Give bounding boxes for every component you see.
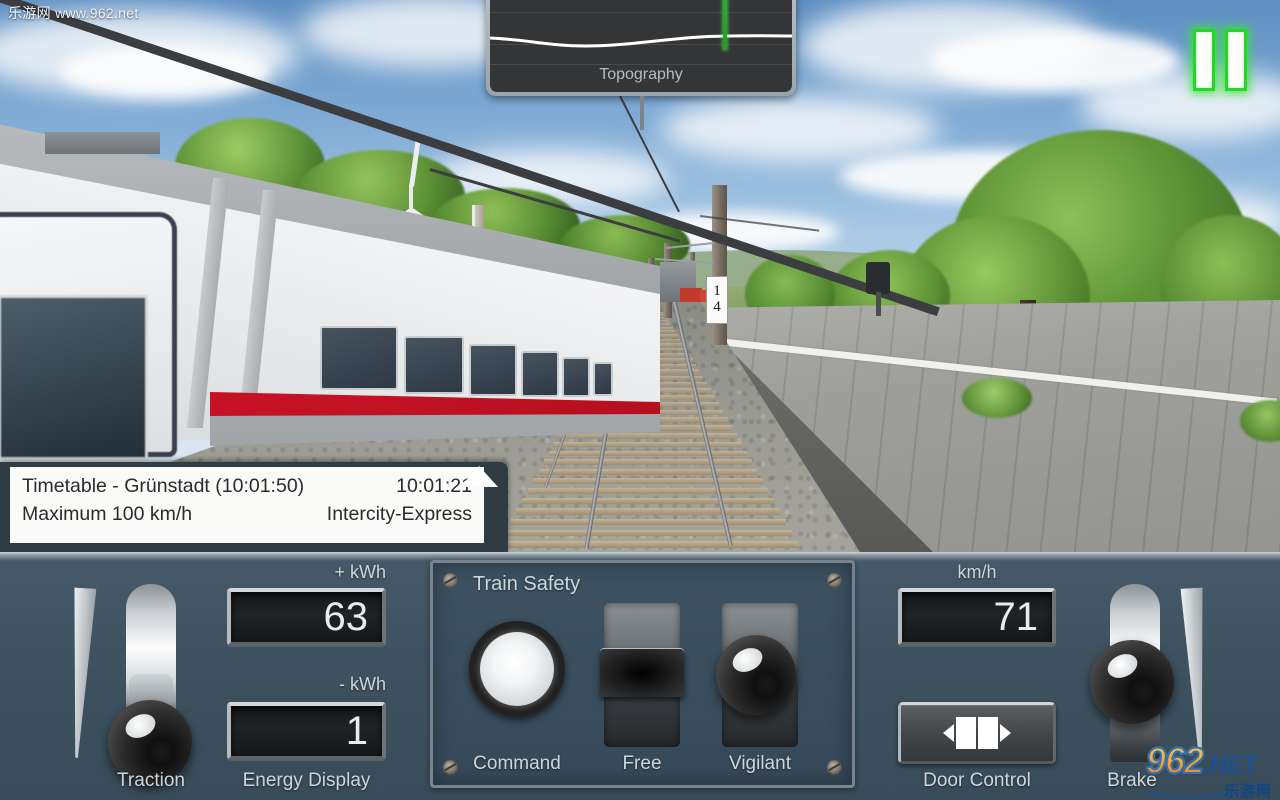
timetable-panel[interactable]: Timetable - Grünstadt (10:01:50) 10:01:2… [0, 462, 508, 552]
door-control-label: Door Control [923, 770, 1031, 791]
screw-icon [827, 573, 842, 588]
track-sleeper [522, 497, 774, 505]
site-watermark-logo: 962 .NET 乐游网 [1145, 739, 1274, 800]
door-arrow-right-icon [1000, 724, 1011, 742]
topography-title: Topography [599, 66, 683, 83]
topography-panel[interactable]: Topography [486, 0, 796, 96]
train-safety-title: Train Safety [473, 573, 581, 595]
timetable-destination: Timetable - Grünstadt (10:01:50) [22, 475, 305, 497]
distant-signal-mast [876, 292, 881, 316]
train-window [593, 362, 613, 396]
vigilant-switch-knob[interactable] [716, 635, 796, 715]
track-sleeper [538, 468, 758, 475]
topography-graph: Topography [490, 0, 792, 92]
pause-icon-bar-left [1193, 29, 1215, 91]
screw-icon [443, 760, 458, 775]
traction-label: Traction [117, 770, 185, 791]
logo-tld: .NET [1203, 751, 1259, 779]
train-window [562, 357, 590, 397]
command-button[interactable] [469, 621, 565, 717]
train-safety-panel: Train Safety Command Free Vigilant [430, 560, 855, 788]
speed-display: 71 [898, 588, 1056, 646]
distant-signal [866, 262, 890, 294]
door-leaf-right-icon [978, 717, 998, 749]
timetable-max-speed: Maximum 100 km/h [22, 502, 193, 525]
track-sleeper [504, 529, 792, 537]
pause-button[interactable] [1186, 28, 1254, 92]
speed-unit-label: km/h [957, 562, 997, 582]
timetable-service-type: Intercity-Express [326, 502, 472, 525]
traction-indicator-needle [66, 588, 97, 759]
train-roof-vent [45, 132, 160, 154]
energy-positive-unit-label: + kWh [334, 562, 386, 582]
command-label: Command [473, 753, 561, 774]
topography-position-marker [722, 0, 727, 50]
free-label: Free [622, 753, 662, 774]
brake-indicator-needle [1181, 588, 1212, 761]
train-cab-window [0, 295, 148, 460]
train-window [521, 351, 559, 397]
track-sleeper [533, 478, 763, 485]
screw-icon [443, 573, 458, 588]
door-arrow-left-icon [943, 724, 954, 742]
km-sign-bottom-digit: 4 [713, 299, 721, 315]
distant-red-object [680, 288, 702, 302]
door-leaf-left-icon [956, 717, 976, 749]
game-screen: 1 4 Topography Timetable - Grünstadt (10… [0, 0, 1280, 800]
track-sleeper [516, 508, 780, 515]
control-panel: Traction + kWh 63 - kWh 1 Energy Display… [0, 552, 1280, 800]
train-window [404, 336, 464, 394]
energy-positive-display: 63 [227, 588, 386, 646]
door-control-button[interactable] [898, 702, 1056, 764]
km-sign-top-digit: 1 [713, 283, 721, 300]
track-sleeper [543, 459, 753, 466]
timetable-row: Maximum 100 km/h Intercity-Express [22, 501, 472, 529]
track-sleeper [498, 540, 798, 548]
topography-panel-stem [640, 96, 644, 130]
logo-digits: 962 [1145, 739, 1205, 782]
vigilant-label: Vigilant [729, 753, 791, 774]
track-sleeper [510, 518, 786, 526]
timetable-content: Timetable - Grünstadt (10:01:50) 10:01:2… [10, 467, 484, 543]
triangle-up-icon[interactable] [460, 466, 498, 487]
train-window [469, 344, 517, 396]
screw-icon [827, 760, 842, 775]
brake-lever-knob[interactable] [1090, 640, 1174, 724]
pause-icon-bar-right [1225, 29, 1247, 91]
timetable-row: Timetable - Grünstadt (10:01:50) 10:01:2… [22, 473, 472, 501]
track-sleeper [527, 487, 769, 495]
train-window [320, 326, 398, 390]
bush [962, 378, 1032, 418]
logo-cn-text: 乐游网 [1223, 783, 1272, 800]
kilometer-marker-sign: 1 4 [706, 276, 728, 324]
energy-display-label: Energy Display [242, 770, 371, 791]
command-button-dome [480, 632, 554, 706]
free-switch-handle[interactable] [600, 649, 684, 697]
energy-negative-unit-label: - kWh [339, 674, 386, 694]
site-watermark-top: 乐游网 www.962.net [8, 5, 139, 21]
energy-negative-display: 1 [227, 702, 386, 760]
ice-train [0, 116, 660, 460]
cloud [660, 96, 940, 162]
